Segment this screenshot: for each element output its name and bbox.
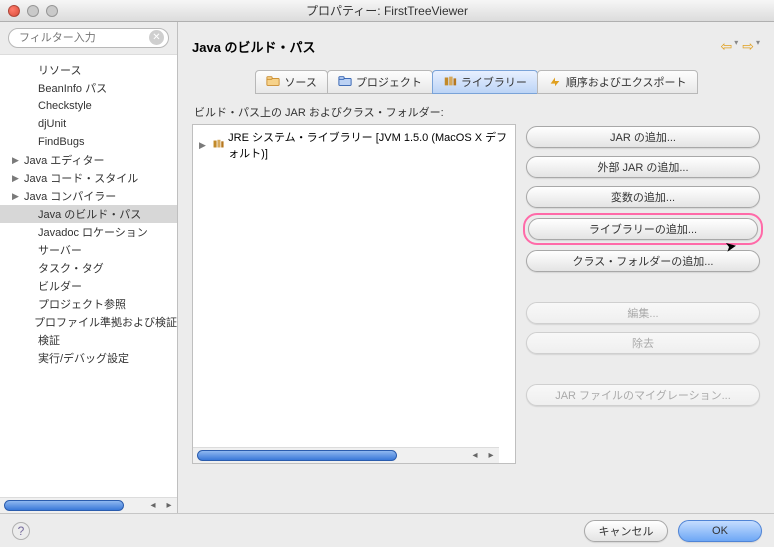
back-menu-icon[interactable]: ▾ [734, 38, 738, 55]
sidebar-scrollbar[interactable]: ◂ ▸ [0, 497, 177, 513]
sidebar-item[interactable]: プロファイル準拠および検証 [0, 313, 177, 331]
tab-label: 順序およびエクスポート [566, 74, 687, 90]
sidebar-item-label: Java のビルド・パス [38, 206, 141, 222]
library-list[interactable]: ▶ JRE システム・ライブラリー [JVM 1.5.0 (MacOS X デフォ… [192, 124, 516, 464]
clear-icon[interactable]: ✕ [149, 30, 164, 45]
sidebar-item-label: Java コンパイラー [24, 188, 116, 204]
disclosure-icon[interactable]: ▶ [199, 140, 208, 151]
add-class-folder-button[interactable]: クラス・フォルダーの追加... [526, 250, 760, 272]
history-nav: ⇦▾ ⇨▾ [721, 38, 761, 55]
sidebar-item[interactable]: djUnit [0, 115, 177, 133]
highlight-annotation: ライブラリーの追加... [523, 213, 763, 245]
button-column: JAR の追加... 外部 JAR の追加... 変数の追加... ライブラリー… [526, 124, 760, 406]
tab-label: ライブラリー [461, 74, 527, 90]
tab-icon [266, 75, 280, 90]
sidebar-item-label: Java エディター [24, 152, 105, 168]
disclosure-icon[interactable]: ▶ [12, 155, 22, 166]
tab[interactable]: プロジェクト [327, 70, 433, 94]
disclosure-icon[interactable]: ▶ [12, 173, 22, 184]
titlebar: プロパティー: FirstTreeViewer [0, 0, 774, 22]
tab[interactable]: 順序およびエクスポート [537, 70, 698, 94]
category-tree[interactable]: リソース BeanInfo パス Checkstyle djUnit FindBugs ▶… [0, 55, 177, 497]
tab-label: プロジェクト [356, 74, 422, 90]
sidebar-item-label: 実行/デバッグ設定 [38, 350, 129, 366]
scroll-left-icon[interactable]: ◂ [467, 448, 483, 464]
tab-icon [338, 75, 352, 90]
tab[interactable]: ライブラリー [432, 70, 538, 94]
sidebar-item[interactable]: 実行/デバッグ設定 [0, 349, 177, 367]
scrollbar-thumb[interactable] [197, 450, 397, 461]
sidebar-item-label: プロファイル準拠および検証 [34, 314, 177, 330]
tab-label: ソース [284, 74, 316, 90]
sidebar-item[interactable]: Checkstyle [0, 97, 177, 115]
filter-input[interactable] [8, 28, 169, 48]
section-label: ビルド・パス上の JAR およびクラス・フォルダー: [194, 104, 774, 120]
migrate-jar-button: JAR ファイルのマイグレーション... [526, 384, 760, 406]
sidebar-item-label: プロジェクト参照 [38, 296, 126, 312]
add-library-button[interactable]: ライブラリーの追加... [528, 218, 758, 240]
sidebar-item-label: FindBugs [38, 136, 84, 148]
forward-icon[interactable]: ⇨ [742, 38, 754, 55]
sidebar-item[interactable]: 検証 [0, 331, 177, 349]
help-icon[interactable]: ? [12, 522, 30, 540]
sidebar-item-label: ビルダー [38, 278, 82, 294]
add-external-jar-button[interactable]: 外部 JAR の追加... [526, 156, 760, 178]
back-icon[interactable]: ⇦ [721, 38, 733, 55]
scroll-right-icon[interactable]: ▸ [483, 448, 499, 464]
scrollbar-thumb[interactable] [4, 500, 124, 511]
sidebar-item[interactable]: プロジェクト参照 [0, 295, 177, 313]
window-title: プロパティー: FirstTreeViewer [0, 2, 774, 19]
library-label: JRE システム・ライブラリー [JVM 1.5.0 (MacOS X デフォル… [228, 129, 509, 161]
sidebar-item-label: BeanInfo パス [38, 80, 107, 96]
scroll-right-icon[interactable]: ▸ [161, 498, 177, 514]
footer: ? キャンセル OK [0, 513, 774, 547]
tab[interactable]: ソース [255, 70, 327, 94]
sidebar-item[interactable]: FindBugs [0, 133, 177, 151]
library-entry[interactable]: ▶ JRE システム・ライブラリー [JVM 1.5.0 (MacOS X デフォ… [193, 125, 515, 165]
tab-bar: ソース プロジェクト ライブラリー 順序およびエクスポート [192, 70, 760, 94]
main-panel: Java のビルド・パス ⇦▾ ⇨▾ ソースプロジェクトライブラリー順序およびエ… [178, 22, 774, 513]
sidebar-item[interactable]: サーバー [0, 241, 177, 259]
sidebar-item-label: Java コード・スタイル [24, 170, 138, 186]
list-scrollbar[interactable]: ◂ ▸ [193, 447, 499, 463]
forward-menu-icon[interactable]: ▾ [756, 38, 760, 55]
sidebar-item[interactable]: Javadoc ロケーション [0, 223, 177, 241]
sidebar-item-label: djUnit [38, 118, 66, 130]
sidebar-item[interactable]: ▶Java コード・スタイル [0, 169, 177, 187]
disclosure-icon[interactable]: ▶ [12, 191, 22, 202]
tab-icon [443, 75, 457, 90]
sidebar-item[interactable]: ▶Java コンパイラー [0, 187, 177, 205]
filter-wrap: ✕ [0, 22, 177, 55]
ok-button[interactable]: OK [678, 520, 762, 542]
sidebar-item-label: Javadoc ロケーション [38, 224, 148, 240]
sidebar-item[interactable]: Java のビルド・パス [0, 205, 177, 223]
sidebar-item-label: タスク・タグ [38, 260, 104, 276]
sidebar-item-label: 検証 [38, 332, 60, 348]
library-icon [212, 139, 224, 151]
remove-button: 除去 [526, 332, 760, 354]
add-jar-button[interactable]: JAR の追加... [526, 126, 760, 148]
sidebar-item-label: Checkstyle [38, 100, 92, 112]
sidebar-item[interactable]: ビルダー [0, 277, 177, 295]
cancel-button[interactable]: キャンセル [584, 520, 668, 542]
add-variable-button[interactable]: 変数の追加... [526, 186, 760, 208]
sidebar-item[interactable]: リソース [0, 61, 177, 79]
sidebar-item-label: リソース [38, 62, 81, 78]
page-title: Java のビルド・パス [192, 37, 316, 56]
sidebar-item-label: サーバー [38, 242, 82, 258]
sidebar: ✕ リソース BeanInfo パス Checkstyle djUnit FindBug… [0, 22, 178, 513]
sidebar-item[interactable]: ▶Java エディター [0, 151, 177, 169]
edit-button: 編集... [526, 302, 760, 324]
scroll-left-icon[interactable]: ◂ [145, 498, 161, 514]
sidebar-item[interactable]: タスク・タグ [0, 259, 177, 277]
sidebar-item[interactable]: BeanInfo パス [0, 79, 177, 97]
tab-icon [548, 75, 562, 90]
